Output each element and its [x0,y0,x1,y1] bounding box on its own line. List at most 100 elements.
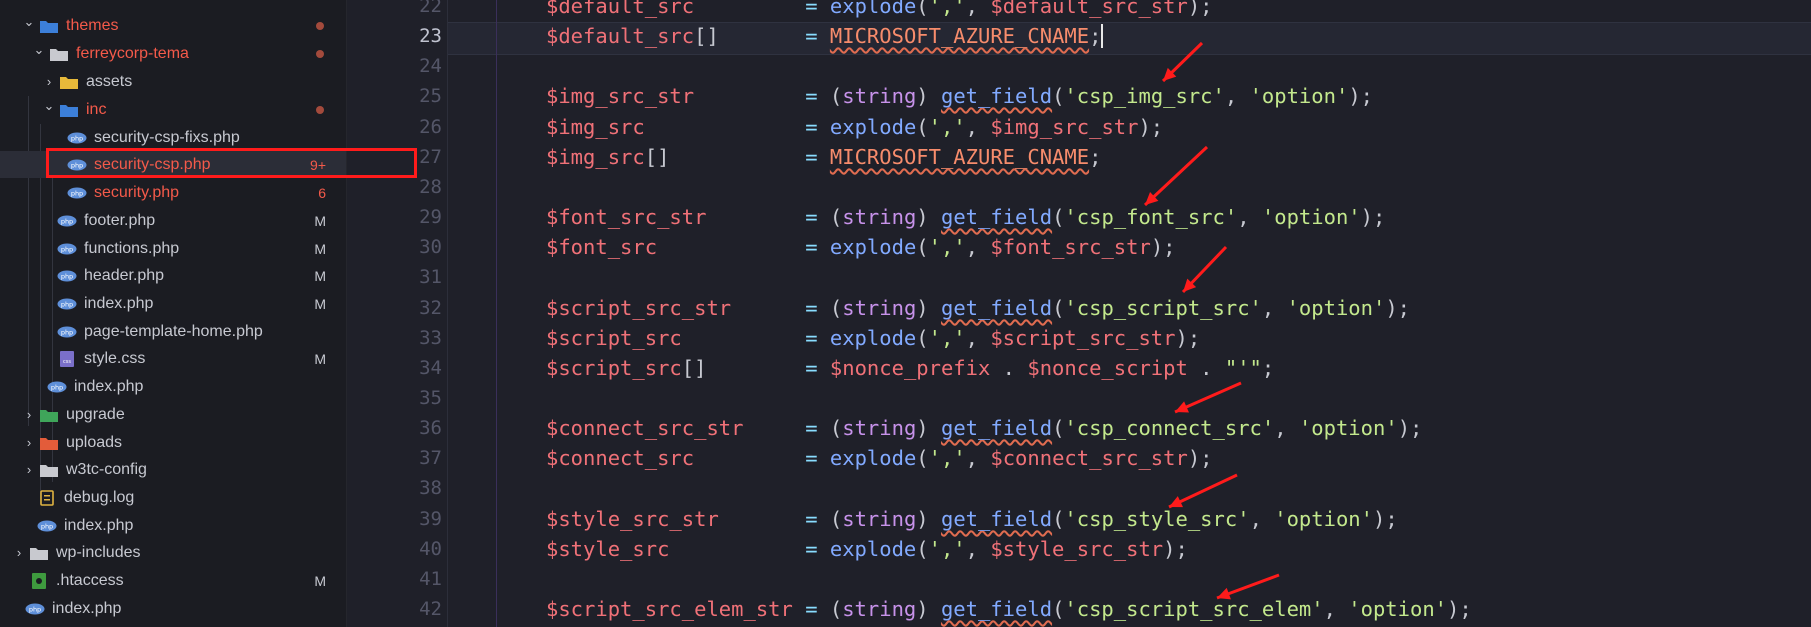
tree-folder-w3tc-config[interactable]: › w3tc-config [0,456,346,483]
folder-icon [38,435,60,451]
git-status-badge: 6 [318,184,326,201]
folder-icon [48,46,70,62]
git-status-badge: M [314,240,326,257]
chevron-down-icon[interactable]: ⌄ [31,42,47,58]
tree-file-header-php[interactable]: php header.php M [0,262,346,289]
tree-folder-uploads[interactable]: › uploads [0,429,346,456]
tree-item-label: assets [86,72,133,90]
file-php-icon: php [66,185,88,201]
line-number: 41 [419,568,442,590]
tree-item-label: upgrade [66,405,125,423]
file-php-icon: php [56,213,78,229]
folder-icon [58,102,80,118]
git-status-badge: M [314,295,326,312]
file-php-icon: php [36,518,58,534]
tree-file-index-php[interactable]: php index.php [0,595,346,622]
red-arrow [1143,145,1209,207]
tree-item-label: themes [66,16,119,34]
git-status-dot [316,49,324,58]
code-editor[interactable]: $default_src = explode(',', $default_src… [347,0,1811,627]
tree-item-label: ferreycorp-tema [76,44,189,62]
red-arrow [1174,381,1242,414]
line-number: 37 [419,447,442,469]
chevron-right-icon[interactable]: › [41,74,57,89]
tree-item-label: header.php [84,266,165,284]
line-number: 36 [419,417,442,439]
line-number: 22 [419,0,442,17]
tree-item-label: page-template-home.php [84,322,263,340]
line-number: 39 [419,508,442,530]
file-css-icon: css [56,350,78,367]
tree-file-security-php[interactable]: php security.php 6 [0,179,346,206]
line-number: 29 [419,206,442,228]
tree-folder-themes[interactable]: ⌄ themes [0,12,346,39]
svg-text:php: php [61,272,73,280]
chevron-right-icon[interactable]: › [21,407,37,422]
line-number: 24 [419,55,442,77]
svg-text:php: php [29,605,41,613]
svg-text:php: php [71,134,83,142]
file-php-icon: php [46,379,68,395]
line-number: 38 [419,477,442,499]
chevron-right-icon[interactable]: › [21,435,37,450]
line-number: 35 [419,387,442,409]
line-number: 31 [419,266,442,288]
chevron-down-icon[interactable]: ⌄ [21,14,37,30]
file-explorer: ⌄ themes ⌄ ferreycorp-tema › assets ⌄ inc php sec… [0,0,346,627]
tree-item-label: footer.php [84,211,156,229]
tree-file-index-php[interactable]: php index.php [0,512,346,539]
tree-file--htaccess[interactable]: .htaccess M [0,567,346,594]
red-arrow [1161,41,1204,83]
tree-folder-wp-includes[interactable]: › wp-includes [0,539,346,566]
tree-item-label: debug.log [64,488,135,506]
tree-folder-upgrade[interactable]: › upgrade [0,401,346,428]
folder-icon [38,407,60,423]
tree-item-label: security-csp-fixs.php [94,128,240,146]
chevron-right-icon[interactable]: › [21,462,37,477]
tree-file-footer-php[interactable]: php footer.php M [0,207,346,234]
tree-item-label: index.php [84,294,154,312]
tree-file-debug-log[interactable]: debug.log [0,484,346,511]
file-php-icon: php [24,601,46,617]
red-arrow [1216,573,1280,600]
line-number: 34 [419,357,442,379]
tree-item-label: functions.php [84,239,180,257]
line-number: 32 [419,297,442,319]
tree-file-page-template-home-php[interactable]: php page-template-home.php [0,318,346,345]
svg-text:css: css [63,359,71,365]
git-status-dot [316,21,324,30]
file-log-icon [36,489,58,506]
file-php-icon: php [56,296,78,312]
git-status-dot [316,105,324,114]
line-number: 42 [419,598,442,620]
tree-item-label: index.php [52,599,122,617]
tree-folder-ferreycorp-tema[interactable]: ⌄ ferreycorp-tema [0,40,346,67]
tree-item-label: security.php [94,183,180,201]
line-number: 23 [419,25,442,47]
red-arrow [1181,245,1228,294]
svg-text:php: php [61,217,73,225]
tree-folder-inc[interactable]: ⌄ inc [0,96,346,123]
tree-item-label: uploads [66,433,123,451]
chevron-down-icon[interactable]: ⌄ [41,98,57,114]
tree-item-label: w3tc-config [66,460,147,478]
tree-file-index-php[interactable]: php index.php M [0,290,346,317]
red-arrow [1168,473,1238,509]
tree-file-style-css[interactable]: css style.css M [0,345,346,372]
svg-text:php: php [71,189,83,197]
tree-item-label: index.php [64,516,134,534]
tree-item-label: inc [86,100,107,118]
tree-file-index-php[interactable]: php index.php [0,373,346,400]
chevron-right-icon[interactable]: › [11,545,27,560]
tree-file-security-csp-fixs-php[interactable]: php security-csp-fixs.php [0,124,346,151]
git-status-badge: M [314,350,326,367]
tree-item-label: style.css [84,349,146,367]
tree-item-label: index.php [74,377,144,395]
tree-folder-assets[interactable]: › assets [0,68,346,95]
folder-icon [58,74,80,90]
tree-file-functions-php[interactable]: php functions.php M [0,235,346,262]
line-number: 30 [419,236,442,258]
file-php-icon: php [66,130,88,146]
line-number: 40 [419,538,442,560]
highlight-annotation-box [46,148,417,178]
